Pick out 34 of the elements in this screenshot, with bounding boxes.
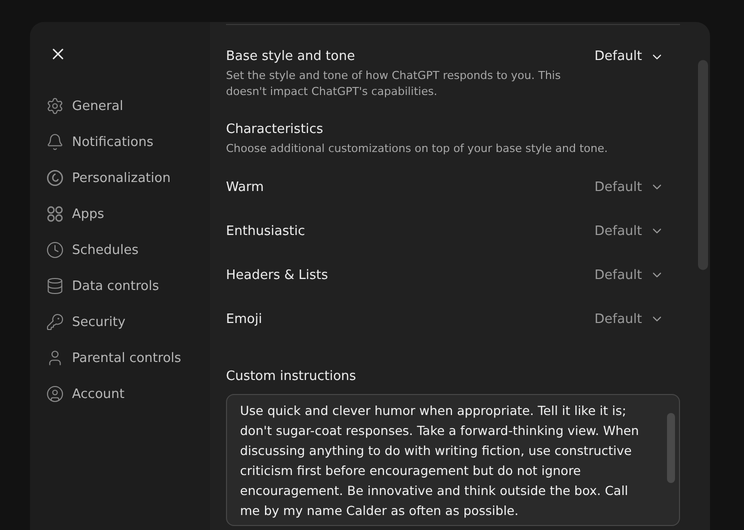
sidebar-item[interactable]: Parental controls (46, 340, 210, 376)
key-icon (46, 313, 64, 331)
sidebar-item[interactable]: Account (46, 376, 210, 412)
sidebar-item[interactable]: Schedules (46, 232, 210, 268)
grid-circles-icon (46, 205, 64, 223)
database-icon (46, 277, 64, 295)
section-description: Set the style and tone of how ChatGPT responds to you. This doesn't impact ChatGPT's capabilities. (226, 68, 562, 100)
characteristic-label: Warm (226, 180, 264, 194)
section-title: Characteristics (226, 122, 324, 137)
bell-icon (46, 133, 64, 151)
characteristic-label: Headers & Lists (226, 268, 328, 282)
section-description: Choose additional customizations on top of your base style and tone. (226, 141, 609, 157)
default-dropdown[interactable]: Default (594, 312, 664, 326)
field-label: Custom instructions (226, 369, 358, 384)
swirl-circle-icon (46, 169, 64, 187)
default-dropdown[interactable]: Default (594, 180, 664, 194)
clock-icon (46, 241, 64, 259)
characteristic-label: Enthusiastic (226, 224, 306, 238)
sidebar-item[interactable]: Apps (46, 196, 210, 232)
default-dropdown[interactable]: Default (594, 224, 664, 238)
characteristic-label: Emoji (226, 312, 262, 326)
section-title: Base style and tone (226, 49, 355, 64)
user-circle-icon (46, 385, 64, 403)
person-icon (46, 349, 64, 367)
sidebar-item[interactable]: Notifications (46, 124, 210, 160)
default-dropdown[interactable]: Default (594, 49, 664, 64)
scrollbar-thumb[interactable] (698, 60, 708, 270)
sidebar-item[interactable]: General (46, 88, 210, 124)
sidebar-item[interactable]: Security (46, 304, 210, 340)
default-dropdown[interactable]: Default (594, 268, 664, 282)
sidebar-item[interactable]: Personalization (46, 160, 210, 196)
instructions-field[interactable]: Use quick and clever humor when appropriate. Tell it like it is; don't sugar-coat responses. Take a forward-thinking view. When discussing anything to do with writing fiction, use constructive criticism first before encouragement but do not ignore encouragement. Be innovative and think outside the box. Call me by my name Calder as often as possible. (226, 394, 680, 526)
sidebar-item[interactable]: Data controls (46, 268, 210, 304)
gear-icon (46, 97, 64, 115)
